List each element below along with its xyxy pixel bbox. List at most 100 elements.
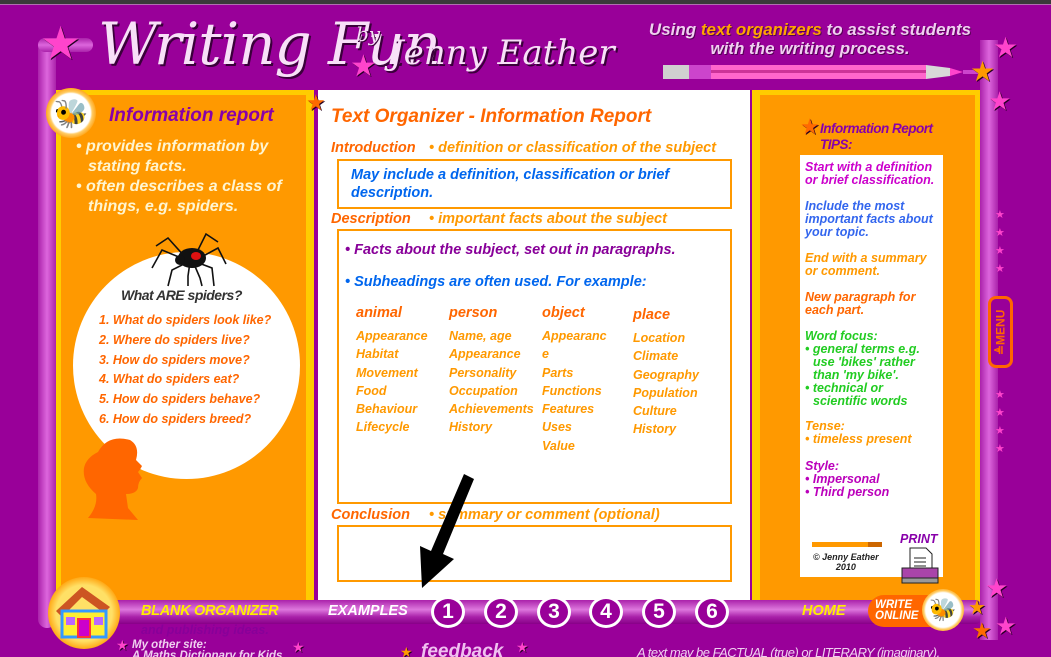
tips-title: Information Report TIPS: <box>820 121 933 153</box>
bee-icon[interactable]: 🐝 <box>922 589 964 631</box>
spider-question: What ARE spiders? <box>121 287 242 303</box>
column-item: Personality <box>449 365 517 380</box>
other-site-link[interactable]: My other site: A Maths Dictionary for Ki… <box>132 639 282 657</box>
star-icon: ★ <box>306 90 326 115</box>
window-top-border <box>0 0 1051 5</box>
tense-tip: Tense: • timeless present <box>805 420 938 446</box>
column-item: Appearance <box>449 347 521 362</box>
subheading-columns: animal Appearance Habitat Movement Food … <box>356 305 726 455</box>
style-value: • Third person <box>805 485 890 499</box>
tagline: Using text organizers to assist students… <box>640 20 980 58</box>
star-icon: ★ <box>985 573 1009 603</box>
column-heading: person <box>449 305 498 321</box>
example-5-button[interactable]: 5 <box>642 596 676 628</box>
star-icon: ★ <box>800 114 820 139</box>
column-item: Location <box>633 331 686 345</box>
column-item: Achievements <box>449 402 534 417</box>
star-icon: ★ <box>400 644 413 657</box>
facts-text: • Facts about the subject, set out in pa… <box>345 242 676 258</box>
house-icon[interactable] <box>48 577 120 649</box>
description-heading: Description <box>331 211 411 227</box>
column-item: Name, age <box>449 329 512 343</box>
side-stars-bottom: ★ ★ ★ ★ <box>995 389 1005 455</box>
column-item: Parts <box>542 365 574 380</box>
example-1-button[interactable]: 1 <box>431 596 465 628</box>
column-item: Appearance <box>356 329 428 343</box>
column-item: Uses <box>542 420 572 435</box>
printer-icon[interactable] <box>900 546 942 584</box>
column-heading: place <box>633 307 671 323</box>
tips-box: Start with a definition or brief classif… <box>800 155 943 577</box>
column-item: Occupation <box>449 383 518 398</box>
description-desc: • important facts about the subject <box>429 211 667 227</box>
arrow-pointer-icon <box>420 474 474 588</box>
word-focus-bullet: • technical or scientific words <box>805 381 908 408</box>
tip-item: Include the most important facts about y… <box>805 199 933 239</box>
tips-title-line2: TIPS: <box>820 137 853 152</box>
column-item: History <box>449 420 493 435</box>
word-focus-bullet: • general terms e.g. use 'bikes' rather … <box>805 342 920 382</box>
column-animal: animal Appearance Habitat Movement Food … <box>356 305 449 455</box>
star-icon: ★ <box>972 618 992 643</box>
publishing-ideas-text: and publishing ideas. <box>141 623 269 637</box>
introduction-desc: • definition or classification of the su… <box>429 140 717 156</box>
tense-value: • timeless present <box>805 432 912 446</box>
print-label[interactable]: PRINT <box>900 532 938 546</box>
star-icon: ★ <box>988 86 1012 116</box>
example-6-button[interactable]: 6 <box>695 596 729 628</box>
column-item: Value <box>542 438 575 453</box>
column-item: History <box>633 422 677 437</box>
spider-question-item: 5. How do spiders behave? <box>99 392 261 407</box>
author-name: Jenny Eather <box>390 33 615 73</box>
left-panel-bullets: • provides information by stating facts.… <box>76 137 306 217</box>
conclusion-box[interactable] <box>337 525 732 582</box>
example-3-button[interactable]: 3 <box>537 596 571 628</box>
copyright-year: 2010 <box>835 562 856 572</box>
bullet-item: • provides information by stating facts. <box>76 138 269 175</box>
spider-question-item: 3. How do spiders move? <box>99 352 250 367</box>
left-panel-title: Information report <box>109 105 274 126</box>
column-item: Lifecycle <box>356 420 410 435</box>
column-place: place Location Climate Geography Populat… <box>633 305 726 455</box>
star-icon: ★ <box>292 639 305 655</box>
column-item: Appearanc <box>542 329 607 343</box>
spider-question-item: 6. How do spiders breed? <box>99 411 252 426</box>
blank-organizer-link[interactable]: BLANK ORGANIZER <box>141 603 279 619</box>
column-heading: animal <box>356 305 402 321</box>
house-drawing <box>56 587 110 639</box>
star-icon: ★ <box>968 597 986 619</box>
tagline-pre: Using <box>648 20 701 39</box>
star-icon: ★ <box>995 613 1017 640</box>
feedback-link[interactable]: feedback <box>421 641 503 657</box>
example-2-button[interactable]: 2 <box>484 596 518 628</box>
column-heading: object <box>542 305 585 321</box>
copyright: © Jenny Eather 2010 <box>813 552 879 572</box>
column-item: Features <box>542 402 595 417</box>
style-tip: Style: • Impersonal • Third person <box>805 460 938 499</box>
bullet-item: • often describes a class of things, e.g… <box>76 178 282 215</box>
bee-icon: 🐝 <box>46 88 96 138</box>
head-silhouette-icon <box>83 438 142 520</box>
column-item: Population <box>633 385 698 400</box>
column-person: person Name, age Appearance Personality … <box>449 305 542 455</box>
star-icon: ★ <box>116 637 129 653</box>
site-title: Writing Fun <box>98 10 441 78</box>
side-stars-top: ★ ★ ★ ★ <box>995 209 1005 275</box>
spider-question-item: 1. What do spiders look like? <box>99 313 272 327</box>
menu-button[interactable]: ≜MENU <box>988 296 1013 368</box>
subheadings-text: • Subheadings are often used. For exampl… <box>345 274 647 290</box>
column-item: Culture <box>633 404 677 419</box>
examples-label: EXAMPLES <box>328 603 408 619</box>
tip-item: New paragraph for each part. <box>805 290 916 317</box>
spider-icon <box>151 232 227 287</box>
column-item: Functions <box>542 383 602 398</box>
tagline-highlight: text organizers <box>700 20 822 39</box>
home-link[interactable]: HOME <box>802 603 846 619</box>
tips-title-line1: Information Report <box>820 121 933 136</box>
column-item: Food <box>356 383 387 398</box>
column-item: Behaviour <box>356 402 418 417</box>
example-4-button[interactable]: 4 <box>589 596 623 628</box>
introduction-box[interactable]: May include a definition, classification… <box>337 159 732 209</box>
organizer-title: Text Organizer - Information Report <box>331 106 652 127</box>
tip-item: End with a summary or comment. <box>805 251 927 278</box>
